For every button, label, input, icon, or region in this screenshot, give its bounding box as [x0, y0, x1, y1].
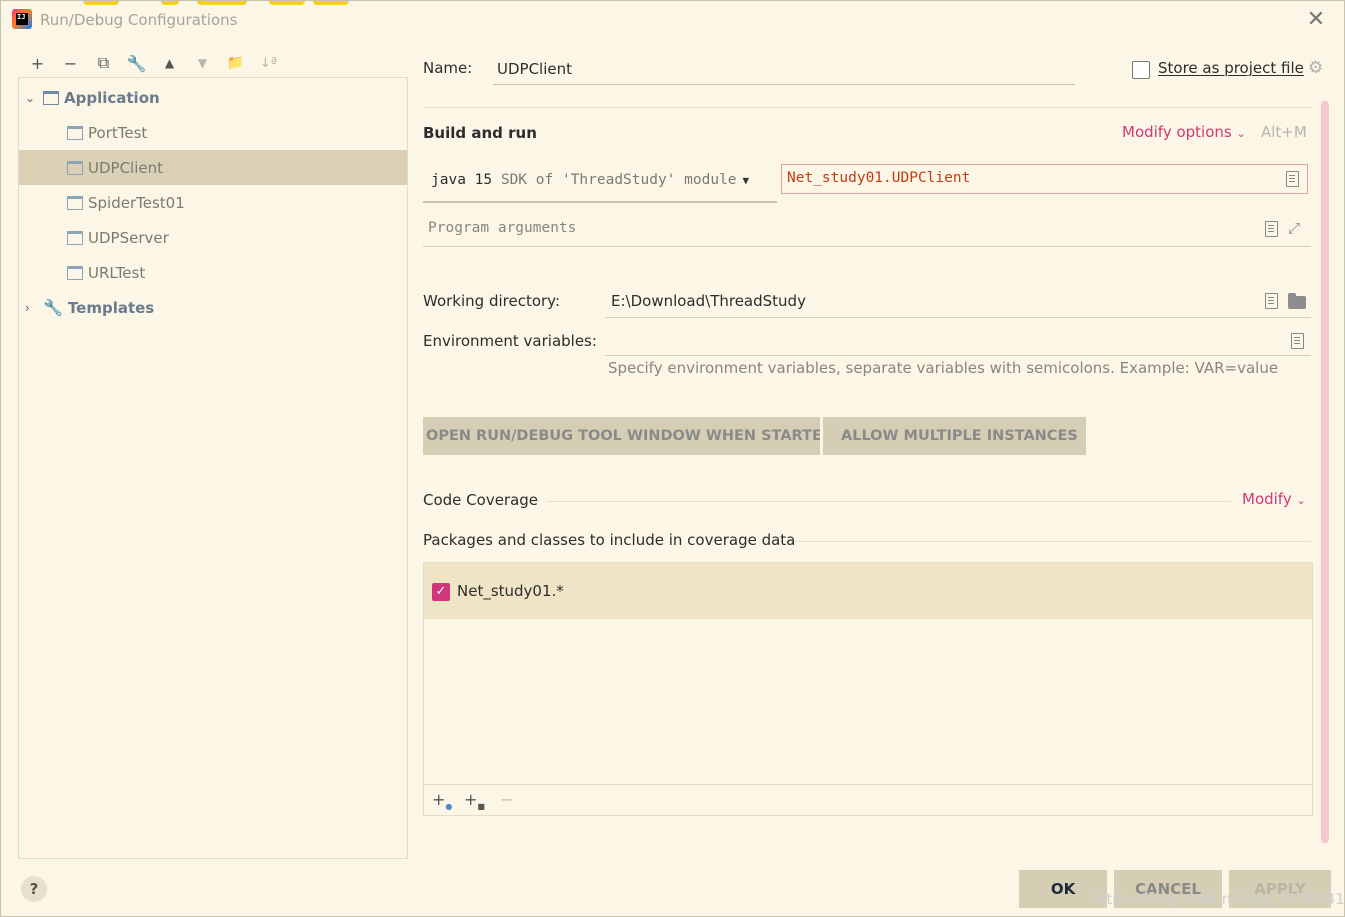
name-label: Name: — [423, 59, 473, 77]
browse-class-icon[interactable] — [1286, 171, 1299, 187]
config-tree: ⌄ Application PortTest UDPClient SpiderT… — [18, 77, 408, 859]
tree-item-label: UDPServer — [88, 228, 169, 247]
code-coverage-title: Code Coverage — [423, 491, 539, 509]
config-toolbar: + − ⧉ 🔧 ▲ ▼ 📁 ↓ª — [21, 49, 285, 77]
tree-item-udpclient[interactable]: UDPClient — [19, 150, 407, 185]
modify-options-shortcut: Alt+M — [1261, 123, 1307, 141]
remove-icon[interactable]: − — [500, 790, 513, 809]
add-icon[interactable]: + — [21, 50, 54, 76]
main-class-input[interactable]: Net_study01.UDPClient — [781, 164, 1308, 194]
decoration — [83, 1, 119, 5]
tree-group-templates[interactable]: › 🔧 Templates — [19, 290, 407, 325]
add-class-icon[interactable]: +● — [432, 790, 452, 811]
store-as-project-label[interactable]: Store as project file — [1158, 59, 1304, 77]
add-package-icon[interactable]: +■ — [464, 790, 485, 811]
copy-icon[interactable]: ⧉ — [87, 50, 120, 76]
application-icon — [43, 90, 59, 105]
chevron-right-icon[interactable]: › — [25, 301, 39, 315]
jre-select[interactable]: java 15 SDK of 'ThreadStudy' module ▼ — [423, 163, 777, 203]
chevron-down-icon[interactable]: ⌄ — [25, 91, 39, 105]
tree-item-label: PortTest — [88, 123, 148, 142]
coverage-toolbar: +● +■ − — [424, 784, 1312, 816]
application-icon — [67, 230, 83, 245]
tree-item-udpserver[interactable]: UDPServer — [19, 220, 407, 255]
store-as-project-checkbox[interactable] — [1132, 61, 1150, 79]
decoration — [161, 1, 179, 5]
application-icon — [67, 265, 83, 280]
coverage-packages-title: Packages and classes to include in cover… — [423, 531, 796, 549]
new-folder-icon[interactable]: 📁 — [219, 50, 252, 76]
intellij-app-icon: IJ — [12, 9, 32, 29]
environment-variables-hint: Specify environment variables, separate … — [608, 359, 1279, 377]
insert-macro-icon[interactable] — [1265, 293, 1278, 309]
tree-item-label: UDPClient — [88, 158, 163, 177]
environment-variables-input[interactable] — [605, 326, 1311, 356]
working-directory-label: Working directory: — [423, 292, 561, 310]
allow-multiple-instances-chip[interactable]: ALLOW MULTIPLE INSTANCES — [823, 417, 1086, 455]
tree-item-spidertest01[interactable]: SpiderTest01 — [19, 185, 407, 220]
decoration — [313, 1, 349, 5]
jre-version: java 15 — [431, 172, 493, 188]
working-directory-input[interactable]: E:\Download\ThreadStudy — [605, 286, 1311, 318]
divider — [423, 107, 1311, 108]
folder-icon[interactable] — [1288, 293, 1306, 309]
tree-item-label: SpiderTest01 — [88, 193, 185, 212]
run-debug-dialog: IJ Run/Debug Configurations ✕ + − ⧉ 🔧 ▲ … — [0, 0, 1345, 917]
modify-options-link[interactable]: Modify options ⌄ — [1122, 123, 1246, 141]
application-icon — [67, 125, 83, 140]
coverage-list: ✓ Net_study01.* +● +■ − — [423, 562, 1313, 816]
decoration — [269, 1, 305, 5]
divider — [787, 541, 1311, 542]
edit-env-icon[interactable] — [1291, 333, 1304, 349]
tree-group-label: Application — [64, 88, 160, 107]
coverage-modify-link[interactable]: Modify ⌄ — [1242, 490, 1306, 508]
decoration — [197, 1, 247, 5]
name-input[interactable]: UDPClient — [493, 55, 1075, 85]
close-icon[interactable]: ✕ — [1304, 9, 1328, 33]
application-icon — [67, 160, 83, 175]
watermark: https://blog.csdn.net/qq_51788416 — [1091, 890, 1345, 908]
window-title: Run/Debug Configurations — [40, 11, 238, 29]
tree-item-porttest[interactable]: PortTest — [19, 115, 407, 150]
title-bar: IJ Run/Debug Configurations ✕ — [1, 1, 1345, 41]
expand-icon[interactable]: ⤢ — [1288, 219, 1300, 237]
jre-module: SDK of 'ThreadStudy' module — [492, 172, 737, 188]
tree-item-label: URLTest — [88, 263, 146, 282]
move-down-icon[interactable]: ▼ — [186, 50, 219, 76]
chevron-down-icon: ⌄ — [1236, 127, 1246, 140]
application-icon — [67, 195, 83, 210]
tree-group-label: Templates — [67, 298, 155, 317]
chevron-down-icon: ⌄ — [1296, 494, 1306, 507]
gear-icon[interactable]: ⚙ — [1308, 59, 1326, 77]
tree-item-urltest[interactable]: URLTest — [19, 255, 407, 290]
wrench-icon: 🔧 — [43, 298, 63, 317]
coverage-entry-label: Net_study01.* — [457, 582, 564, 600]
dropdown-arrow-icon: ▼ — [742, 174, 750, 187]
environment-variables-label: Environment variables: — [423, 332, 597, 350]
tree-group-application[interactable]: ⌄ Application — [19, 80, 407, 115]
program-arguments-input[interactable]: Program arguments — [423, 211, 1311, 247]
open-tool-window-chip[interactable]: OPEN RUN/DEBUG TOOL WINDOW WHEN STARTED — [423, 417, 820, 455]
insert-macro-icon[interactable] — [1265, 221, 1278, 237]
remove-icon[interactable]: − — [54, 50, 87, 76]
vertical-scrollbar[interactable] — [1321, 101, 1329, 843]
divider — [546, 501, 1231, 502]
coverage-modify-label: Modify — [1242, 490, 1292, 508]
coverage-checkbox[interactable]: ✓ — [432, 583, 450, 601]
modify-options-label: Modify options — [1122, 123, 1232, 141]
help-button[interactable]: ? — [21, 876, 47, 902]
list-item[interactable]: ✓ Net_study01.* — [424, 563, 1312, 619]
move-up-icon[interactable]: ▲ — [153, 50, 186, 76]
wrench-icon[interactable]: 🔧 — [120, 50, 153, 76]
sort-icon[interactable]: ↓ª — [252, 50, 285, 76]
build-run-title: Build and run — [423, 124, 537, 142]
